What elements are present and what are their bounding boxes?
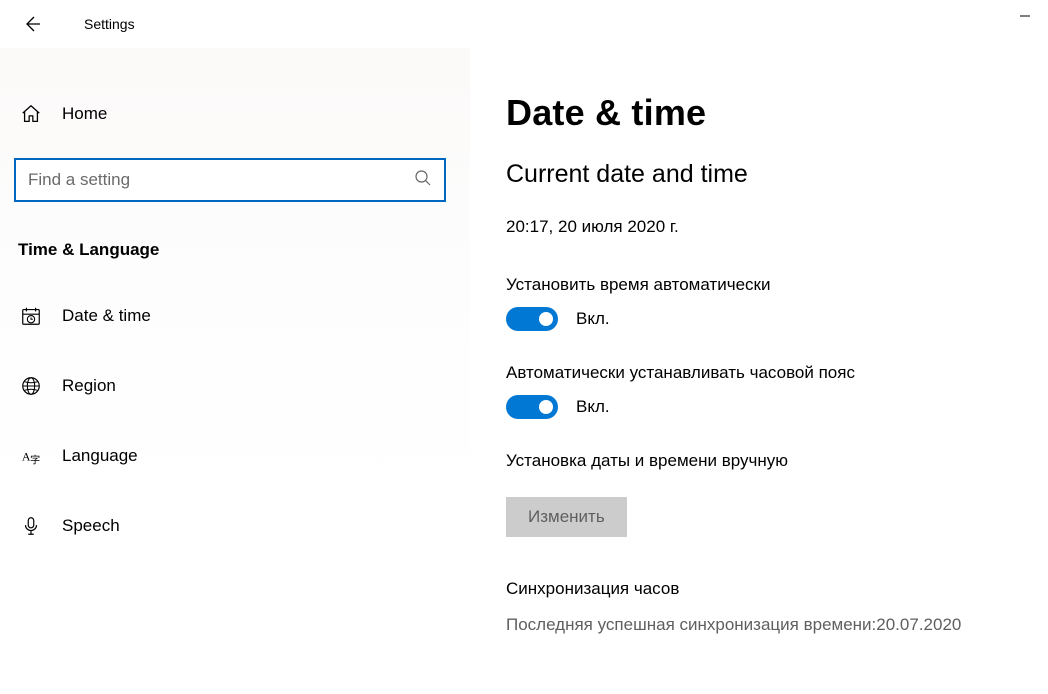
- current-datetime-value: 20:17, 20 июля 2020 г.: [506, 217, 1048, 237]
- sync-status: Последняя успешная синхронизация времени…: [506, 615, 1048, 635]
- minimize-icon: [1019, 10, 1031, 22]
- sidebar-item-region[interactable]: Region: [14, 358, 446, 414]
- sidebar-item-date-time[interactable]: Date & time: [14, 288, 446, 344]
- sidebar: Home Time & Language Date & time Region …: [0, 48, 470, 694]
- auto-time-label: Установить время автоматически: [506, 275, 1048, 295]
- back-arrow-icon: [22, 14, 42, 34]
- auto-time-toggle[interactable]: [506, 307, 558, 331]
- auto-time-state: Вкл.: [576, 309, 610, 329]
- manual-set-label: Установка даты и времени вручную: [506, 451, 1048, 471]
- home-nav[interactable]: Home: [14, 92, 446, 136]
- change-button: Изменить: [506, 497, 627, 537]
- globe-icon: [20, 375, 42, 397]
- page-title: Date & time: [506, 92, 1048, 134]
- sidebar-item-language[interactable]: A字 Language: [14, 428, 446, 484]
- auto-tz-label: Автоматически устанавливать часовой пояс: [506, 363, 1048, 383]
- clock-calendar-icon: [20, 305, 42, 327]
- svg-text:字: 字: [30, 453, 40, 466]
- search-icon: [414, 169, 432, 192]
- content-pane: Date & time Current date and time 20:17,…: [470, 48, 1048, 694]
- home-icon: [20, 103, 42, 125]
- nav-label: Speech: [62, 516, 120, 536]
- back-button[interactable]: [22, 4, 62, 44]
- auto-tz-state: Вкл.: [576, 397, 610, 417]
- search-box[interactable]: [14, 158, 446, 202]
- microphone-icon: [20, 515, 42, 537]
- nav-label: Language: [62, 446, 138, 466]
- minimize-button[interactable]: [1002, 0, 1048, 32]
- nav-label: Date & time: [62, 306, 151, 326]
- section-current-dt: Current date and time: [506, 160, 1048, 189]
- search-input[interactable]: [28, 170, 414, 190]
- sync-heading: Синхронизация часов: [506, 579, 1048, 599]
- window-title: Settings: [84, 16, 135, 32]
- sidebar-item-speech[interactable]: Speech: [14, 498, 446, 554]
- nav-label: Region: [62, 376, 116, 396]
- language-icon: A字: [20, 445, 42, 467]
- auto-tz-toggle[interactable]: [506, 395, 558, 419]
- category-header: Time & Language: [14, 240, 446, 260]
- home-label: Home: [62, 104, 107, 124]
